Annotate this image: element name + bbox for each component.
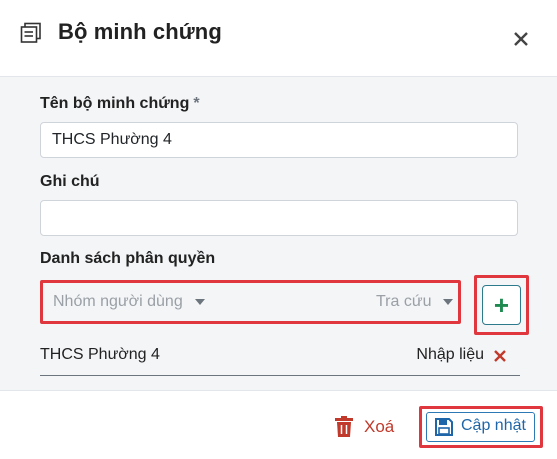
note-input[interactable] — [40, 200, 518, 236]
close-icon[interactable] — [510, 28, 532, 50]
permission-selector-row: Nhóm người dùng Tra cứu — [40, 280, 461, 324]
remove-icon[interactable] — [492, 348, 508, 364]
update-highlight: Cập nhật — [419, 406, 543, 448]
user-group-select[interactable]: Nhóm người dùng — [53, 283, 205, 321]
dialog-body: Tên bộ minh chứng * THCS Phường 4 Ghi chú… — [0, 77, 557, 390]
trash-icon — [335, 416, 353, 437]
permission-group-name: THCS Phường 4 — [40, 346, 160, 363]
delete-label: Xoá — [364, 417, 395, 436]
name-label: Tên bộ minh chứng * — [40, 95, 200, 113]
window-list-icon — [20, 22, 41, 43]
permissions-label: Danh sách phân quyền — [40, 250, 216, 267]
permission-list-item: THCS Phường 4 Nhập liệu — [40, 339, 520, 376]
dialog-footer: Xoá Cập nhật — [0, 390, 557, 459]
dialog-title: Bộ minh chứng — [58, 19, 222, 44]
update-label: Cập nhật — [461, 417, 526, 434]
role-select[interactable]: Tra cứu — [376, 283, 454, 321]
add-highlight: + — [474, 275, 529, 335]
dialog-header: Bộ minh chứng — [0, 0, 557, 77]
required-mark: * — [193, 95, 200, 112]
save-icon — [435, 418, 453, 436]
name-label-text: Tên bộ minh chứng — [40, 95, 190, 112]
update-button[interactable]: Cập nhật — [426, 412, 535, 442]
chevron-down-icon — [443, 298, 454, 305]
plus-icon: + — [493, 290, 510, 320]
role-select-placeholder: Tra cứu — [376, 293, 432, 310]
note-label: Ghi chú — [40, 173, 100, 190]
user-group-select-placeholder: Nhóm người dùng — [53, 293, 183, 310]
name-input[interactable]: THCS Phường 4 — [40, 122, 518, 158]
add-permission-button[interactable]: + — [482, 285, 521, 325]
permission-role: Nhập liệu — [416, 346, 484, 363]
chevron-down-icon — [194, 298, 205, 305]
